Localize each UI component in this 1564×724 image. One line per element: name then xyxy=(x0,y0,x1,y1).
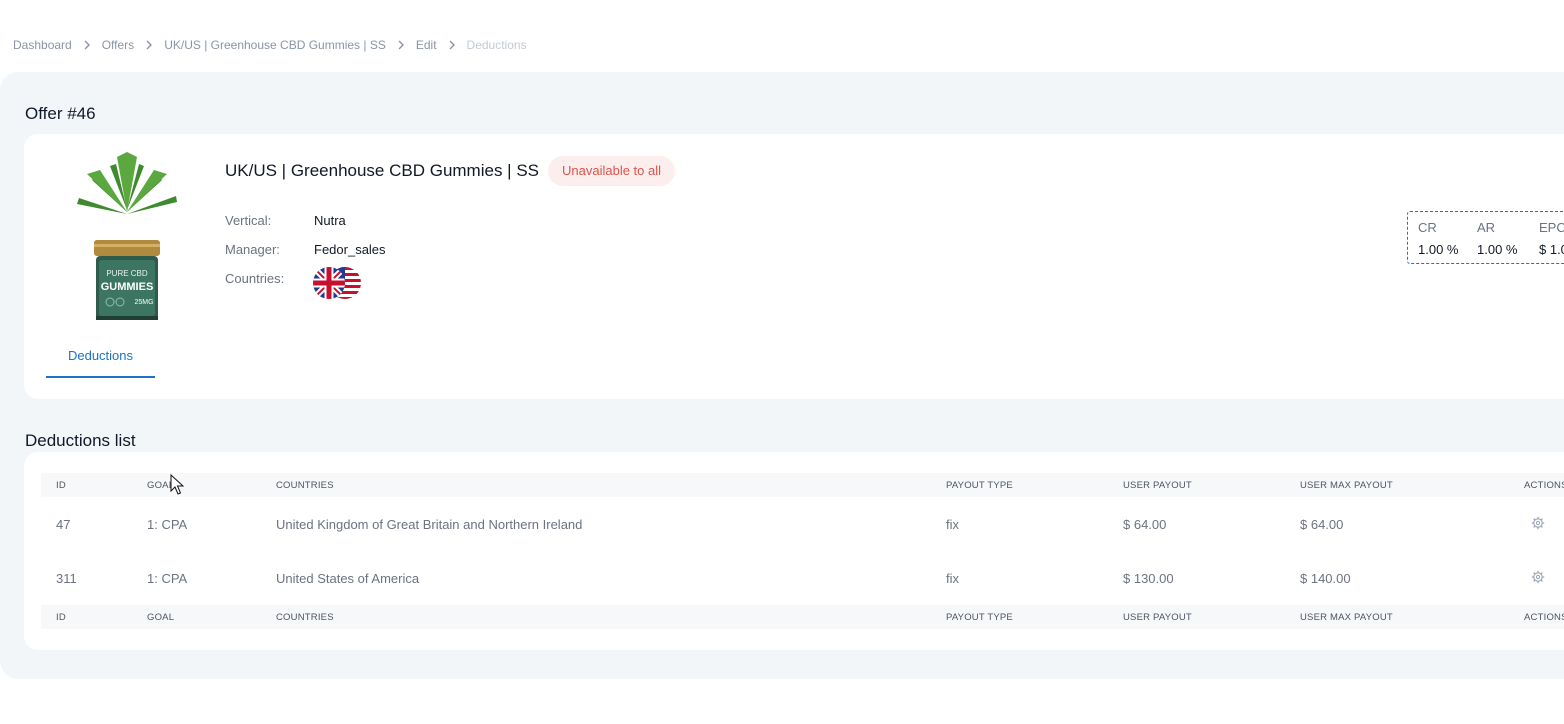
cell-user-payout: $ 130.00 xyxy=(1123,570,1174,586)
breadcrumb-offers[interactable]: Offers xyxy=(102,38,134,52)
column-header-countries[interactable]: COUNTRIES xyxy=(261,473,931,497)
chevron-right-icon xyxy=(395,39,407,51)
product-label-main: GUMMIES xyxy=(101,281,154,293)
vertical-label: Vertical: xyxy=(225,213,272,228)
column-footer-goal: GOAL xyxy=(132,605,261,629)
offer-name: UK/US | Greenhouse CBD Gummies | SS xyxy=(225,161,539,180)
manager-value: Fedor_sales xyxy=(314,242,386,257)
cell-goal: 1: CPA xyxy=(147,570,188,586)
product-image: PURE CBD GUMMIES 25MG xyxy=(77,152,177,320)
cell-id: 311 xyxy=(56,570,77,586)
stat-ar-label: AR xyxy=(1477,220,1496,235)
column-footer-id: ID xyxy=(41,605,132,629)
cell-user-max-payout: $ 64.00 xyxy=(1300,516,1344,532)
column-header-id[interactable]: ID xyxy=(41,473,132,497)
countries-label: Countries: xyxy=(225,271,285,286)
column-footer-user-max-payout: USER MAX PAYOUT xyxy=(1285,605,1509,629)
cell-payout-type: fix xyxy=(946,516,959,532)
vertical-value: Nutra xyxy=(314,213,346,228)
cell-id: 47 xyxy=(56,516,71,532)
breadcrumb-offer[interactable]: UK/US | Greenhouse CBD Gummies | SS xyxy=(164,38,386,52)
stat-cr-label: CR xyxy=(1418,220,1437,235)
table-row[interactable]: 311 1: CPA United States of America fix … xyxy=(41,551,1564,605)
chevron-right-icon xyxy=(143,39,155,51)
stat-ar: AR 1.00 % xyxy=(1477,220,1517,257)
offer-stats: CR 1.00 % AR 1.00 % EPC $ 1.0 xyxy=(1407,211,1564,264)
column-header-actions: ACTIONS xyxy=(1509,473,1564,497)
deductions-title: Deductions list xyxy=(25,431,136,450)
product-label-top: PURE CBD xyxy=(106,269,148,278)
column-footer-payout-type: PAYOUT TYPE xyxy=(931,605,1108,629)
cell-goal: 1: CPA xyxy=(147,516,188,532)
column-header-user-max-payout[interactable]: USER MAX PAYOUT xyxy=(1285,473,1509,497)
stat-ar-value: 1.00 % xyxy=(1477,242,1518,257)
gear-icon[interactable] xyxy=(1531,516,1545,530)
stat-epc: EPC $ 1.0 xyxy=(1539,220,1564,257)
column-footer-actions: ACTIONS xyxy=(1509,605,1564,629)
breadcrumb-edit[interactable]: Edit xyxy=(416,38,437,52)
mouse-cursor-icon xyxy=(170,474,184,495)
cell-user-max-payout: $ 140.00 xyxy=(1300,570,1351,586)
offer-card: PURE CBD GUMMIES 25MG Deductions UK/US |… xyxy=(24,134,1564,399)
column-footer-user-payout: USER PAYOUT xyxy=(1108,605,1285,629)
cell-actions xyxy=(1509,497,1564,551)
column-footer-countries: COUNTRIES xyxy=(261,605,931,629)
cell-payout-type: fix xyxy=(946,570,959,586)
cell-countries: United States of America xyxy=(276,570,420,586)
table-row[interactable]: 47 1: CPA United Kingdom of Great Britai… xyxy=(41,497,1564,551)
breadcrumb-dashboard[interactable]: Dashboard xyxy=(13,38,72,52)
uk-flag-icon xyxy=(313,267,345,299)
cell-actions xyxy=(1509,551,1564,605)
chevron-right-icon xyxy=(81,39,93,51)
page-title: Offer #46 xyxy=(25,104,96,123)
chevron-right-icon xyxy=(446,39,458,51)
column-header-payout-type[interactable]: PAYOUT TYPE xyxy=(931,473,1108,497)
deductions-card: ID GOAL COUNTRIES PAYOUT TYPE USER PAYOU… xyxy=(24,452,1564,650)
cell-countries: United Kingdom of Great Britain and Nort… xyxy=(276,516,583,532)
breadcrumb-current: Deductions xyxy=(466,38,527,52)
content-panel: Offer #46 PURE CBD GUMMIES 25MG Deductio… xyxy=(0,72,1564,679)
manager-label: Manager: xyxy=(225,242,280,257)
cell-user-payout: $ 64.00 xyxy=(1123,516,1167,532)
stat-epc-value: $ 1.0 xyxy=(1539,242,1564,257)
deductions-table: ID GOAL COUNTRIES PAYOUT TYPE USER PAYOU… xyxy=(41,473,1564,629)
breadcrumb: Dashboard Offers UK/US | Greenhouse CBD … xyxy=(13,38,527,52)
column-header-goal[interactable]: GOAL xyxy=(132,473,261,497)
status-badge: Unavailable to all xyxy=(548,156,676,186)
stat-epc-label: EPC xyxy=(1539,220,1564,235)
column-header-user-payout[interactable]: USER PAYOUT xyxy=(1108,473,1285,497)
stat-cr-value: 1.00 % xyxy=(1418,242,1459,257)
stat-cr: CR 1.00 % xyxy=(1418,220,1458,257)
tab-deductions[interactable]: Deductions xyxy=(46,338,155,378)
country-flags xyxy=(312,266,362,300)
table-header-row: ID GOAL COUNTRIES PAYOUT TYPE USER PAYOU… xyxy=(41,473,1564,497)
gear-icon[interactable] xyxy=(1531,570,1545,584)
table-footer-row: ID GOAL COUNTRIES PAYOUT TYPE USER PAYOU… xyxy=(41,605,1564,629)
product-label-dose: 25MG xyxy=(134,299,153,306)
